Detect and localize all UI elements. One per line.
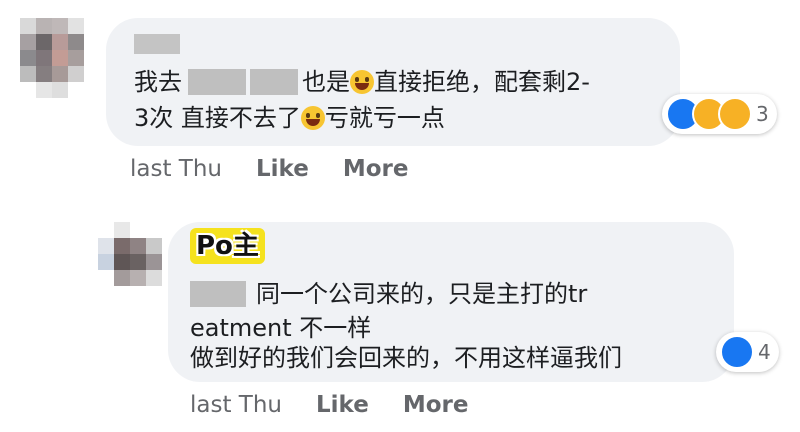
commenter-2-avatar[interactable] (98, 222, 162, 286)
redacted-text (188, 69, 246, 95)
reaction-count: 4 (758, 340, 771, 364)
comment-1-reactions[interactable]: 3 (662, 94, 777, 134)
reaction-count: 3 (756, 102, 769, 126)
comment-2-line-3: 做到好的我们会回来的，不用这样逼我们 (190, 344, 622, 372)
comment-2-reactions[interactable]: 4 (716, 332, 779, 372)
more-button[interactable]: More (343, 156, 409, 182)
care-reaction-icon (718, 97, 752, 131)
comment-timestamp[interactable]: last Thu (190, 392, 282, 418)
like-reaction-icon (720, 335, 754, 369)
commenter-2-name-redacted[interactable] (190, 281, 246, 307)
comment-1-line-1: 我去 也是 直接拒绝，配套剩2- (134, 68, 590, 96)
like-button[interactable]: Like (256, 156, 309, 182)
commenter-1-avatar[interactable] (20, 18, 84, 98)
comment-1-line-2: 3次 直接不去了 亏就亏一点 (134, 104, 445, 132)
like-button[interactable]: Like (316, 392, 369, 418)
more-button[interactable]: More (403, 392, 469, 418)
po-author-badge: Po主 (190, 228, 265, 264)
laughing-emoji-icon (350, 70, 374, 94)
comment-1-actions: last Thu Like More (130, 156, 408, 182)
commenter-1-name[interactable] (134, 34, 180, 54)
redacted-text (250, 69, 298, 95)
comment-timestamp[interactable]: last Thu (130, 156, 222, 182)
comment-2-line-1: 同一个公司来的，只是主打的tr (190, 276, 587, 312)
laughing-emoji-icon (300, 106, 325, 130)
comment-2-actions: last Thu Like More (190, 392, 468, 418)
